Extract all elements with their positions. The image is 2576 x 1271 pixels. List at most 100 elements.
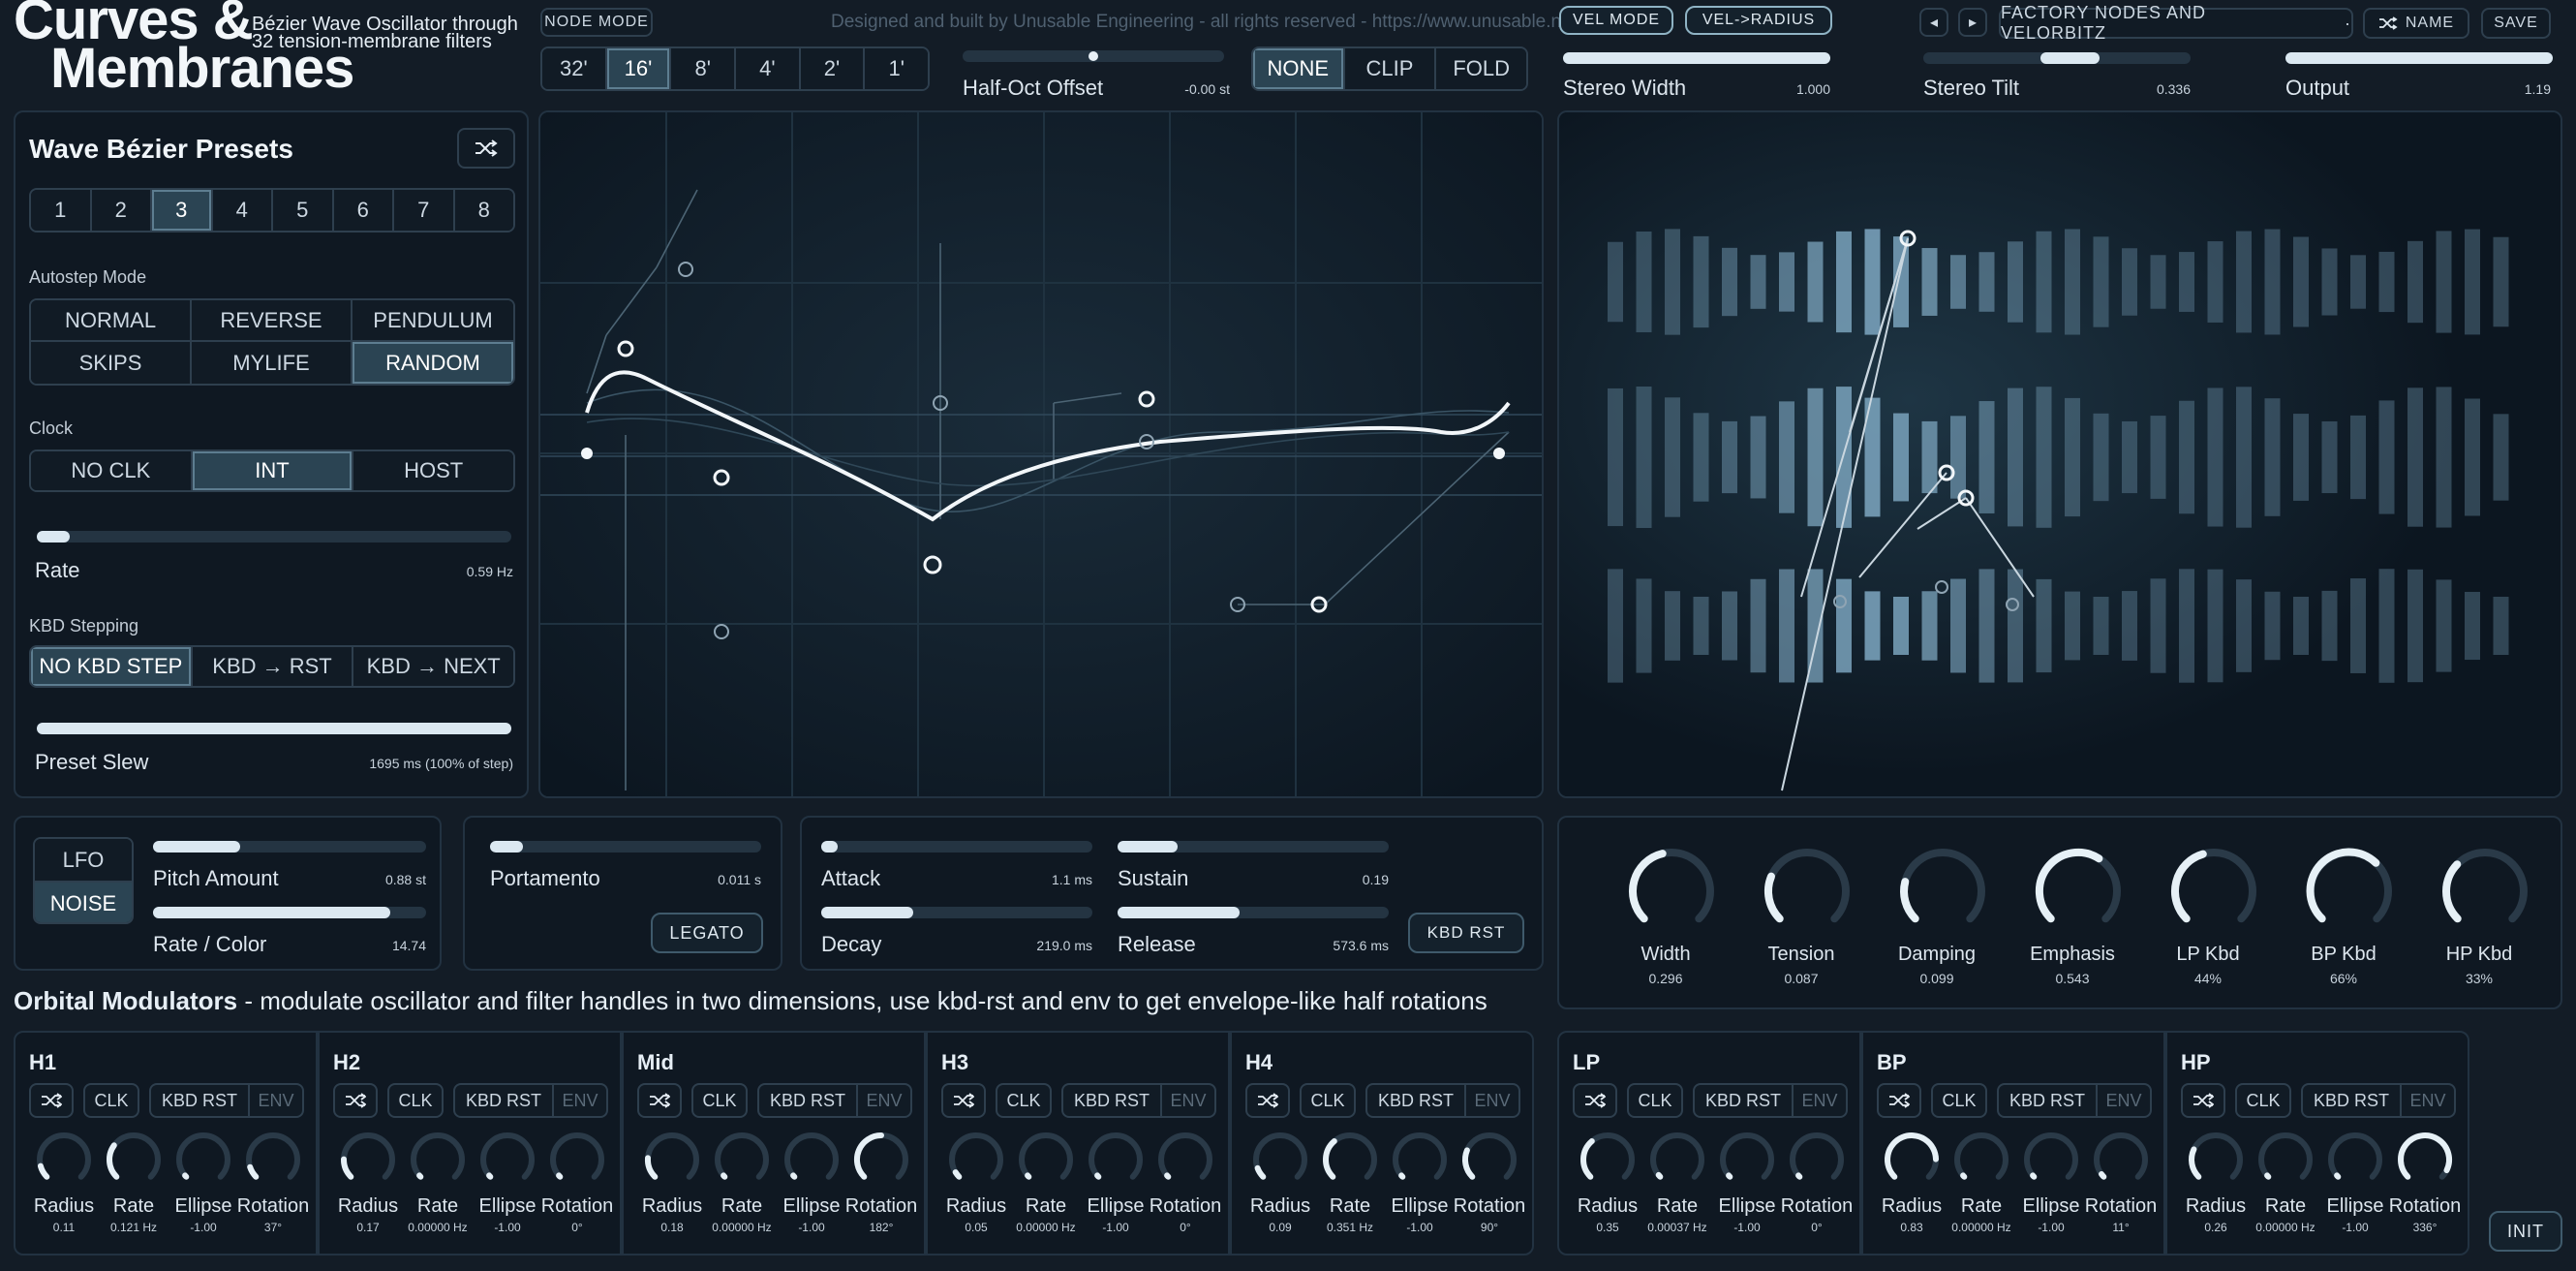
orbital-shuffle-button[interactable] (941, 1083, 986, 1118)
sustain-slider[interactable] (1118, 841, 1389, 852)
shaping-button-1[interactable]: CLIP (1344, 48, 1437, 89)
knob-dial[interactable] (2255, 1130, 2315, 1190)
orbital-knob-rate[interactable] (2255, 1130, 2323, 1197)
orbital-knob-radius[interactable] (1250, 1130, 1318, 1197)
autostep-button-0[interactable]: NORMAL (31, 300, 192, 342)
orbital-knob-ellipse[interactable] (1390, 1130, 1457, 1197)
knob-dial[interactable] (104, 1130, 164, 1190)
init-button[interactable]: INIT (2489, 1211, 2562, 1252)
preset-number-button-7[interactable]: 8 (454, 190, 513, 231)
orbital-knob-rotation[interactable] (547, 1130, 615, 1197)
octave-button-3[interactable]: 4' (736, 48, 801, 89)
knob-dial[interactable] (1787, 1130, 1847, 1190)
orbital-shuffle-button[interactable] (29, 1083, 74, 1118)
knob-dial[interactable] (1459, 1130, 1519, 1190)
legato-button[interactable]: LEGATO (651, 913, 763, 953)
knob-dial[interactable] (1647, 1130, 1707, 1190)
knob-dial[interactable] (2438, 845, 2531, 938)
knob-dial[interactable] (338, 1130, 398, 1190)
preset-number-button-2[interactable]: 3 (152, 190, 213, 231)
orbital-env-button[interactable]: ENV (1160, 1083, 1216, 1118)
orbital-clk-button[interactable]: CLK (83, 1083, 139, 1118)
filter-bank-display[interactable] (1559, 112, 2561, 796)
orbital-env-button[interactable]: ENV (2400, 1083, 2456, 1118)
orbital-clk-button[interactable]: CLK (1931, 1083, 1987, 1118)
preset-number-button-5[interactable]: 6 (333, 190, 394, 231)
clock-button-2[interactable]: HOST (353, 451, 513, 490)
orbital-clk-button[interactable]: CLK (1627, 1083, 1683, 1118)
orbital-shuffle-button[interactable] (637, 1083, 682, 1118)
vel-mode-button[interactable]: VEL MODE (1559, 6, 1673, 35)
half-oct-slider[interactable] (963, 50, 1224, 62)
filter-knob-lp-kbd[interactable] (2167, 845, 2260, 943)
orbital-kbd-rst-button[interactable]: KBD RST (757, 1083, 858, 1118)
orbital-knob-rate[interactable] (1647, 1130, 1715, 1197)
orbital-knob-radius[interactable] (1882, 1130, 1949, 1197)
knob-dial[interactable] (408, 1130, 468, 1190)
orbital-clk-button[interactable]: CLK (996, 1083, 1052, 1118)
orbital-knob-ellipse[interactable] (2325, 1130, 2393, 1197)
octave-button-0[interactable]: 32' (542, 48, 607, 89)
save-button[interactable]: SAVE (2481, 8, 2551, 39)
orbital-knob-rotation[interactable] (243, 1130, 311, 1197)
filter-knob-damping[interactable] (1896, 845, 1989, 943)
knob-dial[interactable] (1896, 845, 1989, 938)
orbital-knob-ellipse[interactable] (173, 1130, 241, 1197)
preset-name-field[interactable]: FACTORY NODES AND VELORBITZ · (1999, 3, 2353, 43)
output-slider[interactable] (2285, 52, 2553, 64)
filter-knob-bp-kbd[interactable] (2303, 845, 2396, 943)
autostep-button-1[interactable]: REVERSE (192, 300, 353, 342)
octave-button-4[interactable]: 2' (800, 48, 866, 89)
next-preset-button[interactable]: ▸ (1958, 8, 1987, 37)
knob-dial[interactable] (1155, 1130, 1215, 1190)
knob-dial[interactable] (1882, 1130, 1942, 1190)
knob-dial[interactable] (1761, 845, 1854, 938)
knob-dial[interactable] (243, 1130, 303, 1190)
knob-dial[interactable] (1578, 1130, 1638, 1190)
pitch-amount-slider[interactable] (153, 841, 426, 852)
orbital-knob-radius[interactable] (1578, 1130, 1645, 1197)
knob-dial[interactable] (1390, 1130, 1450, 1190)
orbital-knob-radius[interactable] (946, 1130, 1014, 1197)
knob-dial[interactable] (1016, 1130, 1076, 1190)
wave-editor[interactable] (538, 110, 1544, 798)
autostep-button-2[interactable]: PENDULUM (353, 300, 513, 342)
orbital-shuffle-button[interactable] (1573, 1083, 1617, 1118)
filter-knob-tension[interactable] (1761, 845, 1854, 943)
prev-preset-button[interactable]: ◂ (1919, 8, 1948, 37)
wave-curve-display[interactable] (540, 112, 1542, 796)
stereo-width-slider[interactable] (1563, 52, 1830, 64)
filter-knob-emphasis[interactable] (2032, 845, 2125, 943)
knob-dial[interactable] (712, 1130, 772, 1190)
knob-dial[interactable] (2325, 1130, 2385, 1190)
orbital-shuffle-button[interactable] (333, 1083, 378, 1118)
kbd-step-button-0[interactable]: NO KBD STEP (31, 647, 193, 686)
orbital-knob-radius[interactable] (338, 1130, 406, 1197)
filter-display[interactable] (1557, 110, 2562, 798)
knob-dial[interactable] (1250, 1130, 1310, 1190)
orbital-knob-rotation[interactable] (1155, 1130, 1223, 1197)
shaping-button-2[interactable]: FOLD (1436, 48, 1526, 89)
knob-dial[interactable] (2395, 1130, 2455, 1190)
clock-button-1[interactable]: INT (192, 451, 354, 490)
orbital-knob-ellipse[interactable] (2021, 1130, 2089, 1197)
knob-dial[interactable] (1320, 1130, 1380, 1190)
kbd-step-button-1[interactable]: KBD → RST (192, 647, 354, 686)
knob-dial[interactable] (851, 1130, 911, 1190)
preset-number-button-1[interactable]: 2 (91, 190, 152, 231)
kbd-step-button-2[interactable]: KBD → NEXT (353, 647, 513, 686)
orbital-shuffle-button[interactable] (1877, 1083, 1921, 1118)
orbital-knob-rate[interactable] (1951, 1130, 2019, 1197)
preset-shuffle-button[interactable] (457, 128, 515, 169)
preset-number-button-4[interactable]: 5 (273, 190, 334, 231)
orbital-knob-ellipse[interactable] (1717, 1130, 1785, 1197)
filter-knob-hp-kbd[interactable] (2438, 845, 2531, 943)
orbital-clk-button[interactable]: CLK (691, 1083, 748, 1118)
knob-dial[interactable] (34, 1130, 94, 1190)
preset-number-button-6[interactable]: 7 (394, 190, 455, 231)
knob-dial[interactable] (2167, 845, 2260, 938)
orbital-knob-rate[interactable] (712, 1130, 780, 1197)
orbital-env-button[interactable]: ENV (552, 1083, 608, 1118)
decay-slider[interactable] (821, 907, 1092, 918)
filter-knob-width[interactable] (1625, 845, 1718, 943)
